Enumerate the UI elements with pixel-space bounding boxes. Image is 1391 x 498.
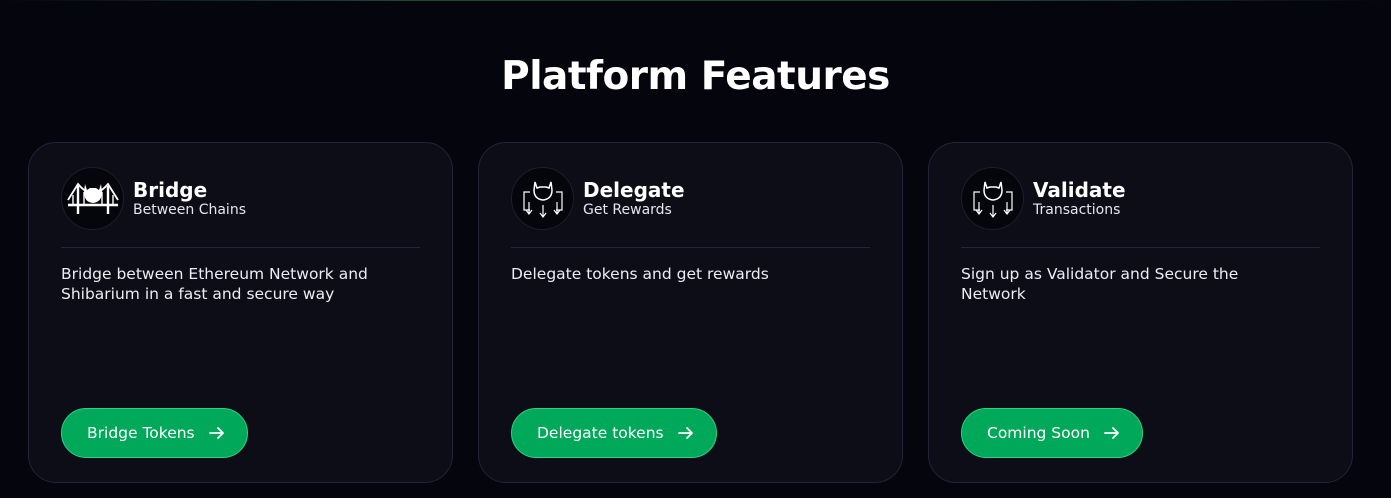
delegate-icon [511, 167, 574, 230]
card-title: Validate [1033, 178, 1126, 202]
card-header: Delegate Get Rewards [511, 167, 685, 230]
coming-soon-button[interactable]: Coming Soon [961, 408, 1143, 458]
bridge-tokens-button[interactable]: Bridge Tokens [61, 408, 248, 458]
button-label: Coming Soon [987, 424, 1090, 442]
arrow-right-icon [677, 427, 693, 439]
card-header: Validate Transactions [961, 167, 1126, 230]
platform-features-section: Platform Features Bridge Between Chains … [0, 0, 1391, 498]
card-description: Bridge between Ethereum Network and Shib… [61, 265, 368, 303]
delegate-tokens-button[interactable]: Delegate tokens [511, 408, 717, 458]
feature-card-bridge: Bridge Between Chains Bridge between Eth… [28, 142, 453, 483]
card-divider [61, 247, 420, 248]
bridge-icon [61, 167, 124, 230]
arrow-right-icon [208, 427, 224, 439]
card-description: Delegate tokens and get rewards [511, 265, 769, 283]
feature-cards: Bridge Between Chains Bridge between Eth… [28, 142, 1353, 483]
card-header: Bridge Between Chains [61, 167, 246, 230]
card-subtitle: Get Rewards [583, 202, 672, 218]
card-title: Bridge [133, 178, 208, 202]
card-subtitle: Transactions [1033, 202, 1121, 218]
card-title: Delegate [583, 178, 685, 202]
arrow-right-icon [1104, 427, 1119, 439]
card-divider [511, 247, 870, 248]
button-label: Delegate tokens [537, 424, 664, 442]
top-divider [0, 0, 1391, 1]
card-description: Sign up as Validator and Secure the Netw… [961, 265, 1239, 303]
card-divider [961, 247, 1320, 248]
button-label: Bridge Tokens [87, 424, 195, 442]
feature-card-validate: Validate Transactions Sign up as Validat… [928, 142, 1353, 483]
card-subtitle: Between Chains [133, 202, 246, 218]
feature-card-delegate: Delegate Get Rewards Delegate tokens and… [478, 142, 903, 483]
validate-icon [961, 167, 1024, 230]
section-title: Platform Features [501, 54, 890, 99]
